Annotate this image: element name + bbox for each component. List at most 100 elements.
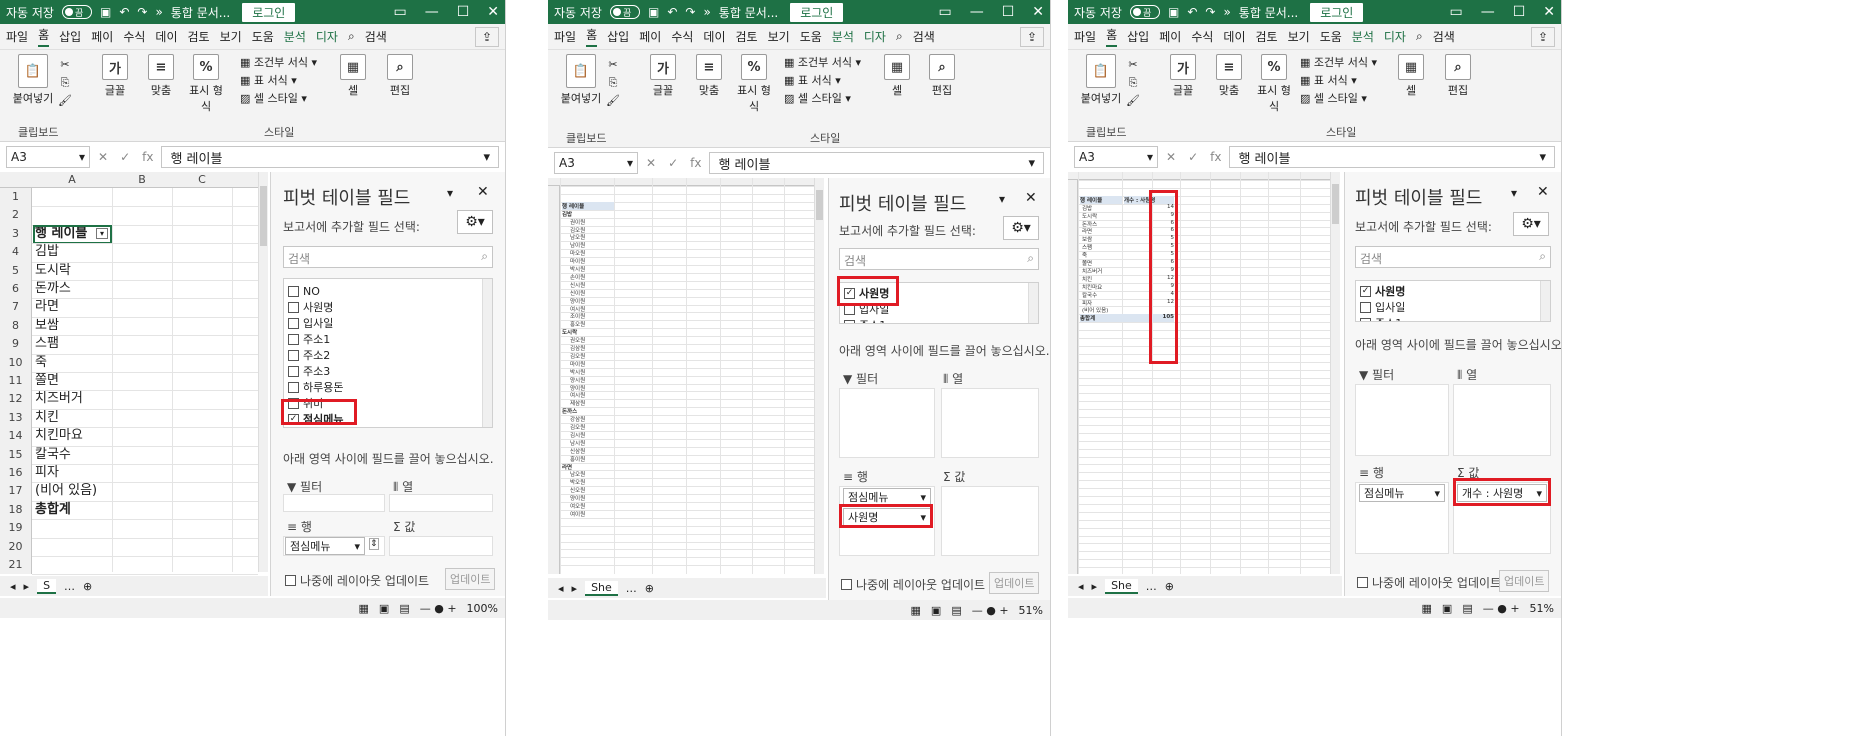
gear-icon[interactable]: ⚙▾ [1513,212,1549,236]
pivot-row-label[interactable]: 김밥 [35,244,59,260]
fx-icon[interactable]: fx [1210,150,1221,164]
row-header[interactable]: 4 [0,243,32,262]
number-format-button[interactable]: % 표시 형식 [1256,54,1292,114]
defer-checkbox[interactable] [285,575,296,586]
tab-review[interactable]: 검토 [188,28,210,45]
redo-icon[interactable]: ↷ [137,5,147,19]
page-layout-icon[interactable]: ▣ [931,604,941,617]
font-button[interactable]: 가 글꼴 [648,54,678,98]
cells-button[interactable]: ▦ 셀 [884,54,910,98]
pivot-item-label[interactable]: 권오원 [570,336,585,344]
columns-area[interactable] [1453,384,1551,456]
pane-options-chevron-icon[interactable]: ▾ [1511,186,1517,200]
table-format-button[interactable]: ▦ 표 서식 ▾ [1300,72,1377,90]
more-icon[interactable]: » [155,5,162,19]
next-sheet-icon[interactable]: ▸ [1092,580,1098,593]
ribbon-display-icon[interactable]: ▭ [1449,4,1462,20]
cells-button[interactable]: ▦ 셀 [1398,54,1424,98]
number-format-button[interactable]: % 표시 형식 [736,54,772,114]
column-header-a[interactable]: A [32,173,112,186]
pivot-row-label[interactable]: 보쌈 [1082,235,1092,243]
row-header[interactable]: 21 [0,556,32,575]
pivot-row-label[interactable]: 돈까스 [35,281,71,297]
add-sheet-icon[interactable]: ⊕ [83,580,92,593]
page-break-icon[interactable]: ▤ [1462,602,1472,615]
field-item[interactable]: 주소3 [284,363,492,379]
filter-area[interactable] [839,388,935,458]
pivot-item-label[interactable]: 신오원 [570,486,585,494]
column-header-b[interactable]: B [112,173,172,186]
rows-chip[interactable]: 점심메뉴 ▾ [285,537,365,555]
enter-icon[interactable]: ✓ [120,150,130,164]
zoom-level[interactable]: 100% [467,602,498,615]
pivot-row-label[interactable]: 피자 [35,465,59,481]
cancel-icon[interactable]: ✕ [98,150,108,164]
cut-icon[interactable]: ✂ [606,56,620,74]
pivot-item-label[interactable]: 남오원 [570,470,585,478]
cut-icon[interactable]: ✂ [1126,56,1140,74]
autosave-toggle[interactable]: 끔 [609,5,640,19]
undo-icon[interactable]: ↶ [1187,5,1197,19]
pivot-item-label[interactable]: 김오원 [570,226,585,234]
row-header[interactable]: 15 [0,445,32,464]
prev-sheet-icon[interactable]: ◂ [1078,580,1084,593]
columns-area[interactable] [941,388,1039,458]
row-header[interactable]: 11 [0,372,32,391]
pivot-row-label[interactable]: 스팸 [1082,243,1092,251]
paste-button[interactable]: 📋 붙여넣기 [10,54,56,106]
field-list-scrollbar[interactable] [482,279,492,427]
field-item[interactable]: ✓ 사원명 [1356,283,1550,299]
pivot-item-label[interactable]: 홍이원 [570,455,585,463]
scroll-thumb[interactable] [816,190,823,220]
pivot-item-label[interactable]: 마이원 [570,257,585,265]
worksheet-grid[interactable]: 행 레이블 김밥 권이원 김오원 남오원 남이원 마오원 마이원 박시원 손이원 신시원 신이원 양이원… [548,178,826,574]
values-area[interactable] [389,536,493,556]
copy-icon[interactable]: ⎘ [606,74,620,92]
tab-design[interactable]: 디자 [316,28,338,45]
more-icon[interactable]: » [703,5,710,19]
defer-update-row[interactable]: 나중에 레이아웃 업데이트 [841,576,985,593]
field-item[interactable]: 주소1 [1356,315,1550,321]
column-header-c[interactable]: C [172,173,232,186]
close-pane-icon[interactable]: ✕ [1025,190,1037,206]
sheet-tab[interactable]: She [1105,578,1138,594]
cell-style-button[interactable]: ▨ 셀 스타일 ▾ [784,90,861,108]
field-item[interactable]: 주소1 [284,331,492,347]
tab-home[interactable]: 홈 [1106,26,1118,47]
tab-formula[interactable]: 수식 [1191,28,1213,45]
pivot-item-label[interactable]: 마오원 [570,249,585,257]
tab-file[interactable]: 파일 [554,28,576,45]
page-layout-icon[interactable]: ▣ [379,602,389,615]
name-box[interactable]: A3 ▾ [6,146,90,168]
tab-page[interactable]: 페이 [1159,28,1181,45]
zoom-slider[interactable]: — ● + [972,604,1009,617]
editing-button[interactable]: ⌕ 편집 [1444,54,1472,98]
tab-insert[interactable]: 삽입 [59,28,81,45]
tab-analyze[interactable]: 분석 [1352,28,1374,45]
undo-icon[interactable]: ↶ [667,5,677,19]
copy-icon[interactable]: ⎘ [1126,74,1140,92]
minimize-icon[interactable]: — [425,4,439,20]
tab-file[interactable]: 파일 [1074,28,1096,45]
field-checkbox[interactable] [288,333,299,345]
field-checkbox[interactable] [288,349,299,361]
align-button[interactable]: ≡ 맞춤 [1214,54,1244,98]
pivot-item-label[interactable]: 양시원 [570,376,585,384]
pane-options-chevron-icon[interactable]: ▾ [447,186,453,200]
format-painter-icon[interactable]: 🖌 [1126,92,1140,110]
page-layout-icon[interactable]: ▣ [1442,602,1452,615]
row-header[interactable]: 1 [0,188,32,207]
tab-file[interactable]: 파일 [6,28,28,45]
search-label[interactable]: 검색 [913,28,935,45]
field-item[interactable]: 입사일 [284,315,492,331]
tab-home[interactable]: 홈 [38,26,50,47]
row-header[interactable]: 6 [0,280,32,299]
pivot-group-label[interactable]: 라면 [562,463,572,471]
fx-icon[interactable]: fx [690,156,701,170]
pivot-item-label[interactable]: 양이원 [570,297,585,305]
redo-icon[interactable]: ↷ [685,5,695,19]
row-header[interactable]: 2 [0,206,32,225]
conditional-format-button[interactable]: ▦ 조건부 서식 ▾ [240,54,317,72]
field-item[interactable]: NO [284,283,492,299]
pivot-row-label[interactable]: 칼국수 [35,447,71,463]
